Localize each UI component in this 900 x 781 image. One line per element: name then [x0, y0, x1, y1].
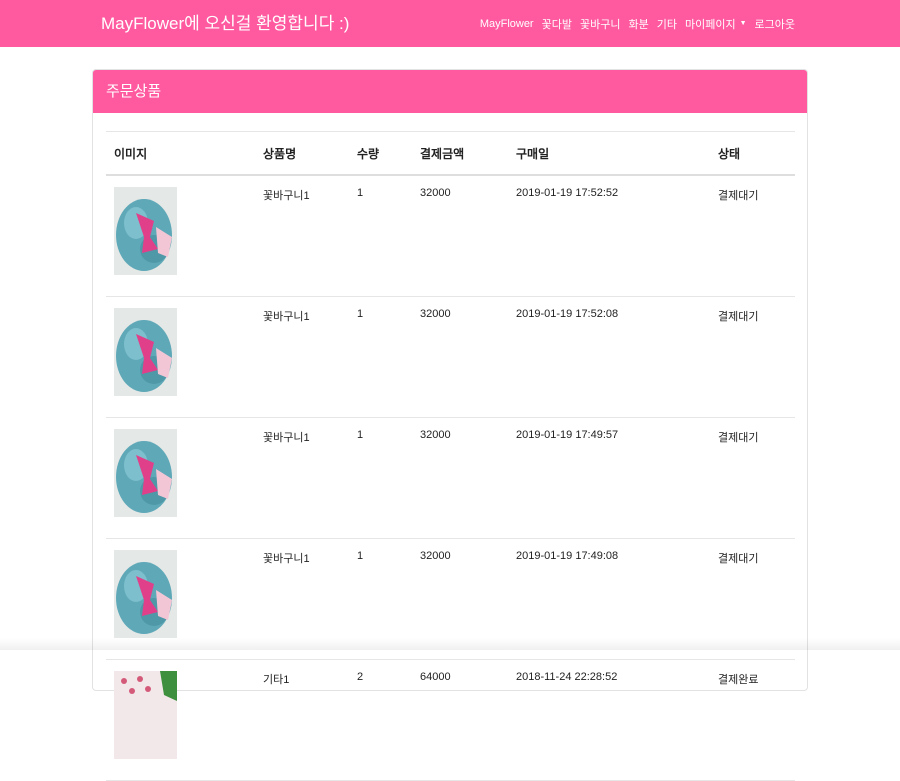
- product-thumbnail[interactable]: [114, 187, 177, 275]
- cell-date: 2018-11-24 22:28:52: [508, 659, 710, 781]
- flower-basket-image: [114, 429, 177, 517]
- cell-qty: 1: [349, 296, 412, 418]
- header-image: 이미지: [106, 131, 255, 176]
- cell-status: 결제완료: [710, 659, 795, 781]
- cell-date: 2019-01-19 17:52:52: [508, 175, 710, 297]
- order-panel: 주문상품 이미지 상품명 수량 결제금액 구매일 상태 꽃바구니1 1 3200…: [92, 69, 808, 781]
- cell-amount: 32000: [412, 417, 508, 539]
- caret-down-icon: ▼: [739, 20, 747, 27]
- flower-basket-image: [114, 187, 177, 275]
- nav-item-label: 로그아웃: [754, 18, 795, 31]
- nav-item-flower-basket[interactable]: 꽃바구니: [580, 16, 620, 32]
- nav-item-label: MayFlower: [479, 17, 534, 30]
- nav-item-label: 화분: [628, 18, 649, 31]
- flower-basket-image: [114, 308, 177, 396]
- header-date: 구매일: [508, 131, 710, 176]
- nav-item-label: 꽃바구니: [579, 18, 621, 31]
- header-qty: 수량: [349, 131, 412, 176]
- cell-image: [106, 175, 255, 297]
- cell-image: [106, 659, 255, 781]
- cell-date: 2019-01-19 17:52:08: [508, 296, 710, 418]
- product-thumbnail[interactable]: [114, 308, 177, 396]
- cell-name: 기타1: [255, 659, 349, 781]
- cell-name: 꽃바구니1: [255, 296, 349, 418]
- nav-item-label: 꽃다발: [541, 18, 572, 31]
- cell-amount: 32000: [412, 175, 508, 297]
- table-header-row: 이미지 상품명 수량 결제금액 구매일 상태: [106, 131, 795, 176]
- table-row: 기타1 2 64000 2018-11-24 22:28:52 결제완료: [106, 659, 795, 781]
- cell-date: 2019-01-19 17:49:57: [508, 417, 710, 539]
- cell-amount: 32000: [412, 296, 508, 418]
- product-thumbnail[interactable]: [114, 671, 177, 759]
- panel-title: 주문상품: [93, 70, 807, 113]
- page-bottom-shadow: [0, 638, 900, 650]
- cell-name: 꽃바구니1: [255, 175, 349, 297]
- cell-qty: 2: [349, 659, 412, 781]
- cell-status: 결제대기: [710, 175, 795, 297]
- cell-name: 꽃바구니1: [255, 417, 349, 539]
- header-name: 상품명: [255, 131, 349, 176]
- table-row: 꽃바구니1 1 32000 2019-01-19 17:52:08 결제대기: [106, 296, 795, 418]
- brand-link[interactable]: MayFlower에 오신걸 환영합니다 :): [101, 0, 349, 47]
- nav-item-label: 기타: [656, 18, 677, 31]
- cell-image: [106, 417, 255, 539]
- table-row: 꽃바구니1 1 32000 2019-01-19 17:49:57 결제대기: [106, 417, 795, 539]
- header-amount: 결제금액: [412, 131, 508, 176]
- header-status: 상태: [710, 131, 795, 176]
- cell-qty: 1: [349, 175, 412, 297]
- cell-image: [106, 296, 255, 418]
- product-thumbnail[interactable]: [114, 429, 177, 517]
- cell-status: 결제대기: [710, 417, 795, 539]
- nav-item-label: 마이페이지: [684, 18, 736, 31]
- nav-item-logout[interactable]: 로그아웃: [755, 16, 795, 32]
- cell-qty: 1: [349, 417, 412, 539]
- flower-basket-image: [114, 550, 177, 638]
- nav-menu: MayFlower 꽃다발 꽃바구니 화분 기타 마이페이지 ▼ 로그아웃: [480, 0, 795, 47]
- product-thumbnail[interactable]: [114, 550, 177, 638]
- nav-item-bouquet[interactable]: 꽃다발: [542, 16, 572, 32]
- nav-item-flowerpot[interactable]: 화분: [628, 16, 648, 32]
- nav-item-etc[interactable]: 기타: [657, 16, 677, 32]
- etc-item-image: [114, 671, 177, 759]
- cell-status: 결제대기: [710, 296, 795, 418]
- nav-item-mypage-dropdown[interactable]: 마이페이지 ▼: [685, 16, 747, 32]
- cell-amount: 64000: [412, 659, 508, 781]
- nav-item-mayflower[interactable]: MayFlower: [480, 18, 534, 30]
- table-row: 꽃바구니1 1 32000 2019-01-19 17:52:52 결제대기: [106, 175, 795, 297]
- top-navbar: MayFlower에 오신걸 환영합니다 :) MayFlower 꽃다발 꽃바…: [0, 0, 900, 47]
- order-table: 이미지 상품명 수량 결제금액 구매일 상태 꽃바구니1 1 32000 201…: [106, 131, 795, 781]
